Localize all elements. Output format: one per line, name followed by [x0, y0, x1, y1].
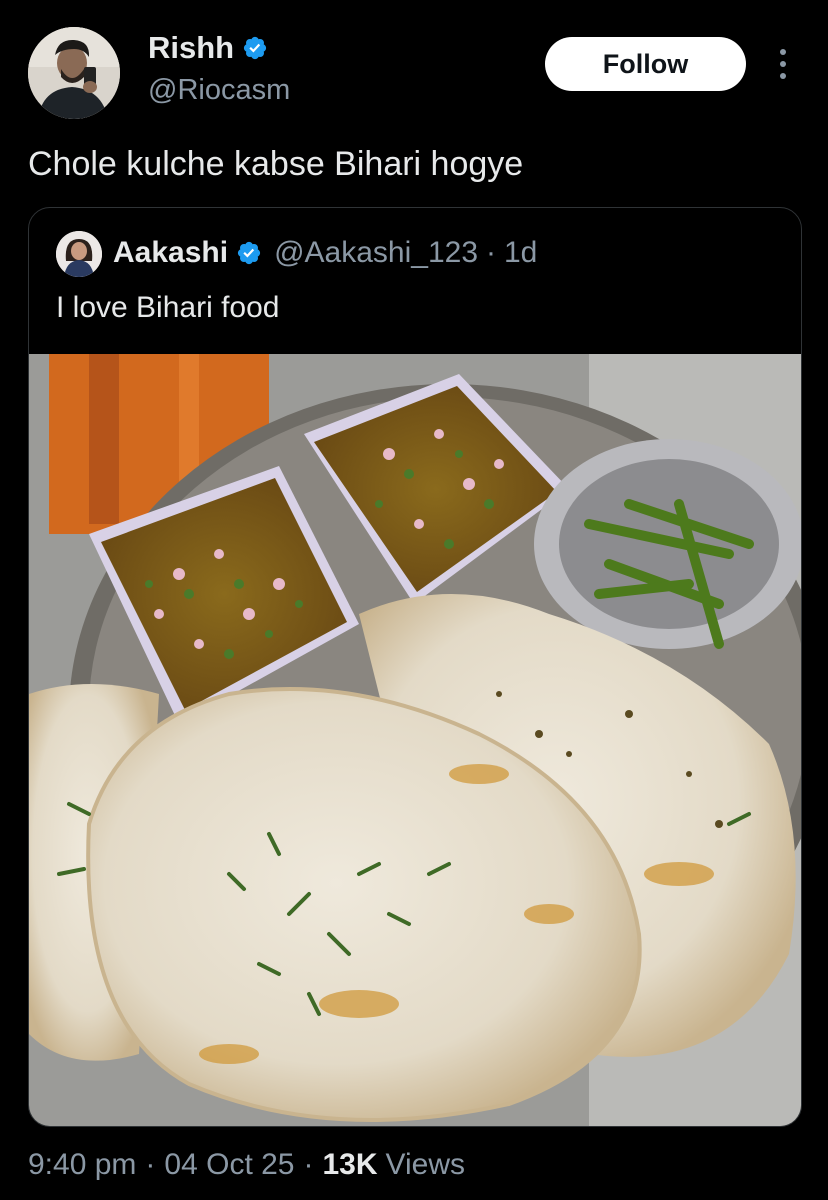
more-vertical-icon[interactable]: [768, 44, 798, 84]
tweet-text: Chole kulche kabse Bihari hogye: [28, 145, 524, 183]
views-count: 13K: [322, 1148, 378, 1181]
quoted-tweet-card[interactable]: Aakashi @Aakashi_123 · 1d I love Bihari …: [28, 207, 802, 1127]
tweet-date[interactable]: 04 Oct 25: [164, 1148, 294, 1182]
author-name-row[interactable]: Rishh: [148, 30, 268, 66]
separator-dot: ·: [486, 236, 496, 269]
quoted-tweet-time[interactable]: 1d: [504, 236, 537, 270]
quoted-author-avatar[interactable]: [56, 231, 102, 277]
separator-dot: ·: [145, 1148, 156, 1181]
verified-badge-icon: [237, 241, 261, 265]
author-avatar[interactable]: [28, 27, 120, 119]
tweet-meta: 9:40 pm · 04 Oct 25 · 13K Views: [28, 1148, 465, 1182]
author-display-name[interactable]: Rishh: [148, 30, 234, 66]
tweet-detail: Rishh @Riocasm Follow Chole kulche kabse…: [0, 0, 828, 1200]
verified-badge-icon: [244, 36, 267, 60]
food-photo[interactable]: [29, 354, 801, 1126]
author-handle[interactable]: @Riocasm: [148, 74, 290, 107]
quoted-tweet-text: I love Bihari food: [56, 291, 280, 324]
tweet-time[interactable]: 9:40 pm: [28, 1148, 136, 1182]
follow-button[interactable]: Follow: [545, 37, 746, 91]
separator-dot: ·: [303, 1148, 314, 1181]
quoted-author-handle[interactable]: @Aakashi_123: [274, 236, 478, 270]
quoted-author-name[interactable]: Aakashi: [113, 236, 228, 270]
views-label: Views: [385, 1148, 466, 1181]
quoted-tweet-header: Aakashi @Aakashi_123 · 1d: [113, 236, 537, 270]
